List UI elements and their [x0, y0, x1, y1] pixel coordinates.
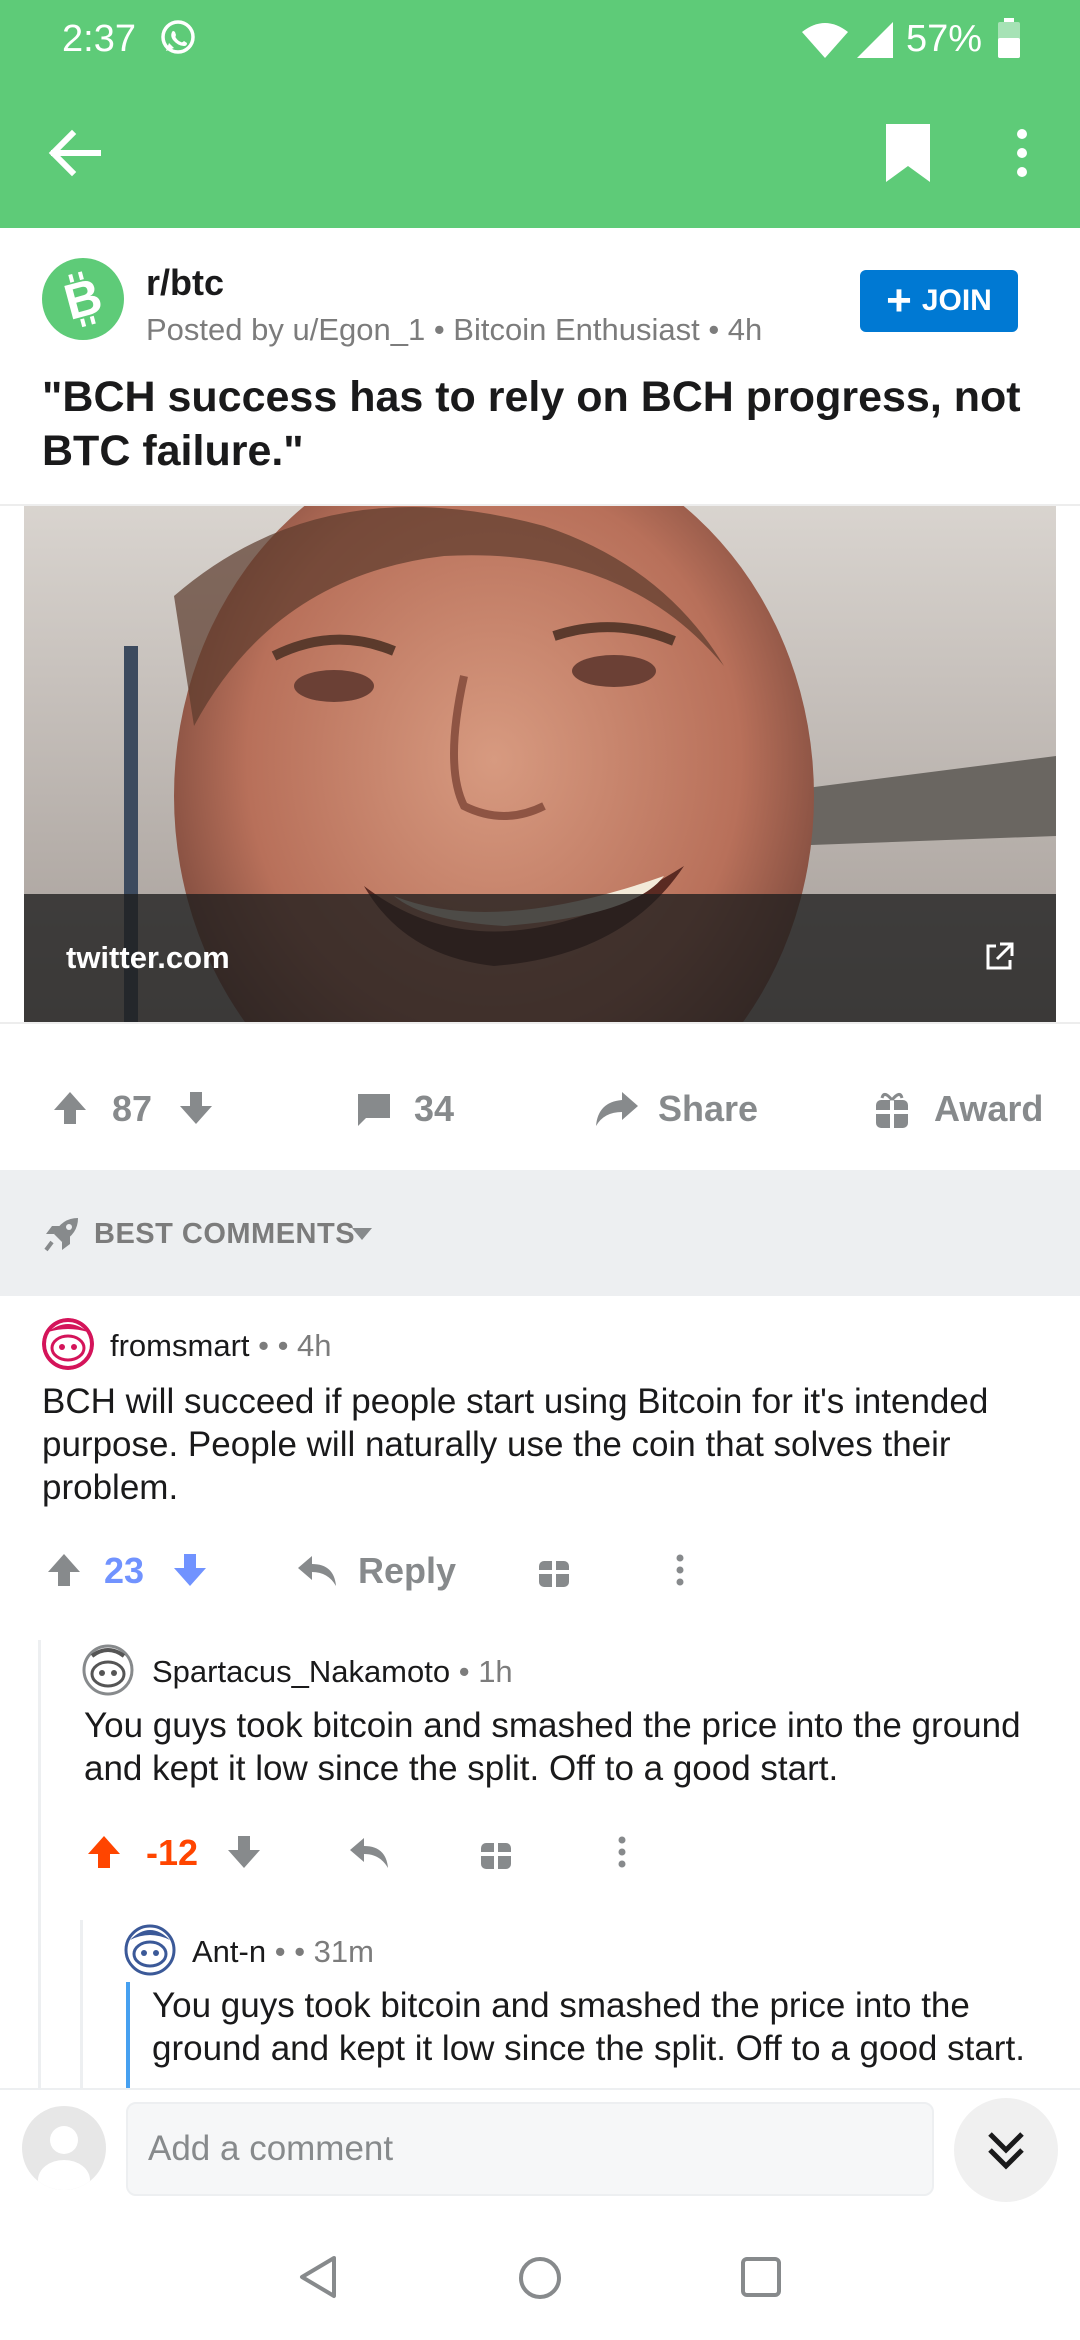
avatar[interactable]: [82, 1644, 134, 1696]
comment-time: • • 4h: [249, 1328, 332, 1363]
back-arrow-icon[interactable]: [40, 118, 110, 188]
nav-home-icon[interactable]: [516, 2254, 564, 2302]
comment-author[interactable]: fromsmart • • 4h: [110, 1328, 332, 1364]
comment-count[interactable]: 34: [414, 1088, 454, 1130]
more-vertical-icon[interactable]: [672, 1550, 688, 1590]
comment-input[interactable]: Add a comment: [126, 2102, 934, 2196]
downvote-icon[interactable]: [172, 1552, 208, 1588]
nav-recents-icon[interactable]: [738, 2254, 784, 2300]
thread-line[interactable]: [38, 1640, 41, 2090]
comment-body: You guys took bitcoin and smashed the pr…: [152, 1986, 1025, 2068]
more-vertical-icon[interactable]: [1000, 118, 1044, 188]
jump-to-next-button[interactable]: [954, 2098, 1058, 2202]
comment-score: 23: [104, 1550, 145, 1591]
comment-username[interactable]: fromsmart: [110, 1328, 250, 1363]
comment-time: • • 31m: [266, 1934, 374, 1969]
chevron-down-icon[interactable]: [350, 1226, 374, 1244]
avatar[interactable]: [42, 1318, 94, 1370]
award-label[interactable]: Award: [934, 1088, 1043, 1130]
join-label: JOIN: [921, 284, 992, 317]
comment-username[interactable]: Ant-n: [192, 1934, 266, 1969]
award-icon[interactable]: [872, 1090, 912, 1130]
comment-time: • 1h: [450, 1654, 513, 1689]
thread-line[interactable]: [80, 1920, 83, 2100]
post-score: 87: [112, 1088, 153, 1129]
subreddit-avatar[interactable]: B: [42, 258, 124, 340]
join-button[interactable]: + JOIN: [860, 270, 1018, 332]
whatsapp-icon: [161, 20, 195, 54]
downvote-icon[interactable]: [178, 1090, 214, 1126]
award-icon[interactable]: [536, 1552, 572, 1588]
double-chevron-down-icon: [988, 2132, 1024, 2170]
preview-domain[interactable]: twitter.com: [66, 940, 230, 976]
rocket-icon: [44, 1218, 78, 1252]
wifi-icon: [802, 23, 848, 58]
comment-username[interactable]: Spartacus_Nakamoto: [152, 1654, 450, 1689]
subreddit-name[interactable]: r/btc: [146, 262, 224, 304]
nav-back-icon[interactable]: [296, 2254, 342, 2300]
status-time: 2:37: [62, 18, 136, 60]
bitcoin-icon: B: [58, 267, 107, 330]
comment-author[interactable]: Spartacus_Nakamoto • 1h: [152, 1654, 513, 1690]
comment-body: You guys took bitcoin and smashed the pr…: [84, 1706, 1021, 1788]
post-meta: Posted by u/Egon_1 • Bitcoin Enthusiast …: [146, 312, 763, 347]
reply-button[interactable]: Reply: [358, 1550, 456, 1592]
share-label[interactable]: Share: [658, 1088, 758, 1130]
reply-icon[interactable]: [348, 1834, 390, 1870]
comment-body: BCH will succeed if people start using B…: [42, 1382, 989, 1507]
battery-percent: 57%: [906, 18, 983, 60]
upvote-icon[interactable]: [52, 1090, 88, 1126]
share-icon[interactable]: [594, 1088, 640, 1128]
downvote-icon[interactable]: [226, 1834, 262, 1870]
avatar[interactable]: [124, 1924, 176, 1976]
bookmark-icon[interactable]: [880, 122, 936, 186]
plus-icon: +: [886, 276, 912, 325]
post-title: "BCH success has to rely on BCH progress…: [42, 373, 1021, 475]
award-icon[interactable]: [478, 1834, 514, 1870]
external-link-icon[interactable]: [982, 940, 1016, 974]
quote-bar: [126, 1982, 130, 2088]
sort-label[interactable]: BEST COMMENTS: [94, 1218, 355, 1251]
reply-icon[interactable]: [296, 1552, 338, 1588]
comment-icon[interactable]: [354, 1090, 394, 1130]
battery-icon: [998, 18, 1020, 58]
upvote-icon[interactable]: [46, 1552, 82, 1588]
more-vertical-icon[interactable]: [614, 1832, 630, 1872]
user-icon: [38, 2126, 90, 2190]
signal-icon: [857, 22, 893, 58]
comment-score: -12: [146, 1832, 199, 1873]
avatar[interactable]: [22, 2106, 106, 2190]
upvote-icon[interactable]: [86, 1834, 122, 1870]
comment-author[interactable]: Ant-n • • 31m: [192, 1934, 374, 1970]
